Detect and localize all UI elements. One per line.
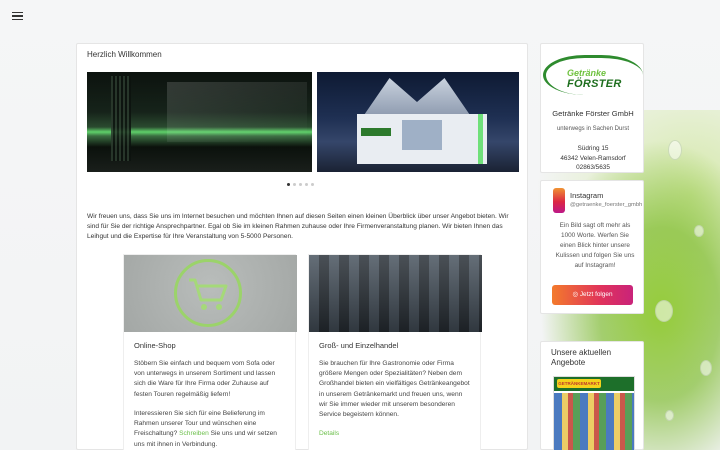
flyer-products <box>554 393 634 450</box>
instagram-title: Instagram <box>570 191 604 200</box>
intro-text: Wir freuen uns, dass Sie uns im Internet… <box>87 213 509 241</box>
main-content-card: Herzlich Willkommen Wir freuen uns, dass… <box>76 43 528 450</box>
tile-text: Stöbern Sie einfach und bequem vom Sofa … <box>134 360 276 398</box>
slider-dot[interactable] <box>299 183 302 186</box>
instagram-icon <box>553 188 565 213</box>
instagram-text: Ein Bild sagt oft mehr als 1000 Worte. W… <box>555 222 635 269</box>
company-address: Südring 15 46342 Velen-Ramsdorf 02863/56… <box>560 145 626 172</box>
page-title: Herzlich Willkommen <box>87 50 162 59</box>
glass-decoration <box>111 76 131 161</box>
slide-image-bar <box>87 72 312 172</box>
write-us-link[interactable]: Schreiben <box>179 430 209 437</box>
booth-window <box>402 120 442 150</box>
company-tagline: unterwegs in Sachen Durst <box>556 126 630 132</box>
booth-logo <box>361 128 391 136</box>
tile-wholesale: Groß- und Einzelhandel Sie brauchen für … <box>308 254 482 450</box>
offers-title: Unsere aktuellen Angebote <box>551 348 612 368</box>
booth-roof <box>362 78 472 118</box>
instagram-icon: ◎ <box>572 291 579 298</box>
shopping-cart-icon <box>174 259 242 327</box>
offers-card: Unsere aktuellen Angebote GETRÄNKEMARKT <box>540 341 644 450</box>
offers-flyer[interactable]: GETRÄNKEMARKT <box>553 376 635 450</box>
online-shop-image <box>124 255 297 332</box>
logo-text: Getränke <box>567 68 607 78</box>
company-logo: Getränke FÖRSTER <box>541 53 645 97</box>
tile-text: Interessieren Sie sich für eine Beliefer… <box>134 409 277 448</box>
company-name: Getränke Förster GmbH <box>552 109 634 118</box>
image-slider[interactable] <box>87 72 519 172</box>
water-drop <box>668 140 682 160</box>
company-card: Getränke FÖRSTER Getränke Förster GmbH u… <box>540 43 644 173</box>
follow-button[interactable]: ◎ Jetzt folgen <box>552 285 633 305</box>
slide-image-booth <box>317 72 519 172</box>
tile-title: Online-Shop <box>134 341 176 350</box>
kegs-image <box>309 255 482 332</box>
slider-dot[interactable] <box>305 183 308 186</box>
slider-dot[interactable] <box>287 183 290 186</box>
booth-led <box>478 114 483 164</box>
instagram-card: Instagram @getraenke_foerster_gmbh Ein B… <box>540 180 644 314</box>
water-drop <box>700 360 712 376</box>
tile-text: Sie brauchen für Ihre Gastronomie oder F… <box>319 360 470 419</box>
flyer-header: GETRÄNKEMARKT <box>554 377 634 391</box>
water-drop <box>694 225 704 237</box>
water-drop <box>665 410 674 421</box>
water-drop <box>655 300 673 322</box>
details-link[interactable]: Details <box>319 430 339 437</box>
tile-title: Groß- und Einzelhandel <box>319 341 399 350</box>
light-beam <box>167 82 307 142</box>
tile-online-shop: Online-Shop Stöbern Sie einfach und bequ… <box>123 254 297 450</box>
booth <box>357 114 487 164</box>
hamburger-menu-icon[interactable] <box>12 12 23 21</box>
flyer-label: GETRÄNKEMARKT <box>557 379 601 388</box>
slider-dots <box>287 183 314 186</box>
logo-text: FÖRSTER <box>567 78 622 90</box>
slider-dot[interactable] <box>293 183 296 186</box>
instagram-user[interactable]: @getraenke_foerster_gmbh <box>570 202 642 208</box>
slider-dot[interactable] <box>311 183 314 186</box>
